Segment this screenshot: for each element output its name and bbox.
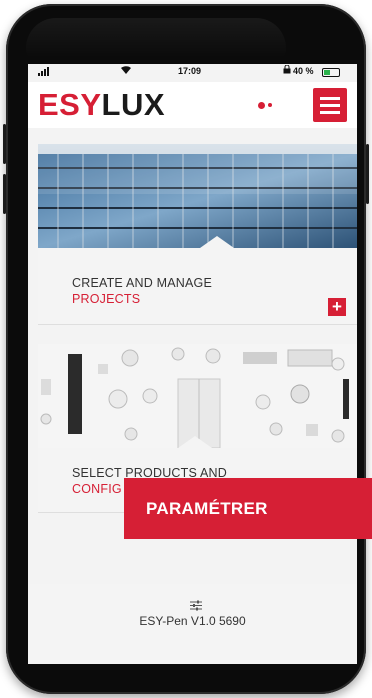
card-pointer (200, 236, 234, 248)
card-pointer (178, 436, 212, 448)
products-collage-image (38, 344, 357, 449)
app-footer: ESY-Pen V1.0 5690 (28, 584, 357, 664)
logo-text-red: ESY (38, 87, 102, 122)
esylux-logo: ESYLUX (38, 87, 165, 123)
phone-frame: 17:09 40 % ESYLUX CREATE AND MANAGE PROJ… (3, 4, 369, 694)
parametrer-banner[interactable]: PARAMÉTRER (124, 478, 372, 539)
status-time: 17:09 (178, 66, 202, 76)
projects-card[interactable]: CREATE AND MANAGE PROJECTS + (38, 248, 357, 325)
office-building-image (38, 144, 357, 248)
device-version-label: ESY-Pen V1.0 5690 (139, 614, 246, 628)
logo-text-dark: LUX (101, 87, 166, 122)
products-image[interactable] (38, 344, 357, 449)
projects-card-subtitle: PROJECTS (72, 292, 141, 306)
power-button (366, 144, 369, 204)
status-bar: 17:09 40 % (28, 64, 357, 82)
bezel-glare (26, 18, 286, 58)
rotation-lock-icon (283, 64, 291, 76)
hamburger-menu-button[interactable] (313, 88, 347, 122)
side-button (3, 174, 6, 214)
projects-image[interactable] (38, 144, 357, 248)
signal-icon (38, 67, 49, 76)
app-screen: 17:09 40 % ESYLUX CREATE AND MANAGE PROJ… (28, 64, 357, 664)
wifi-icon (120, 65, 132, 78)
products-card-subtitle: CONFIG (72, 482, 122, 496)
hamburger-menu-icon (320, 97, 340, 100)
battery-icon (322, 68, 340, 77)
app-header: ESYLUX (28, 82, 357, 128)
battery-percentage: 40 % (293, 66, 314, 76)
projects-card-title: CREATE AND MANAGE (72, 276, 212, 290)
add-project-button[interactable]: + (328, 298, 346, 316)
side-button (3, 124, 6, 164)
